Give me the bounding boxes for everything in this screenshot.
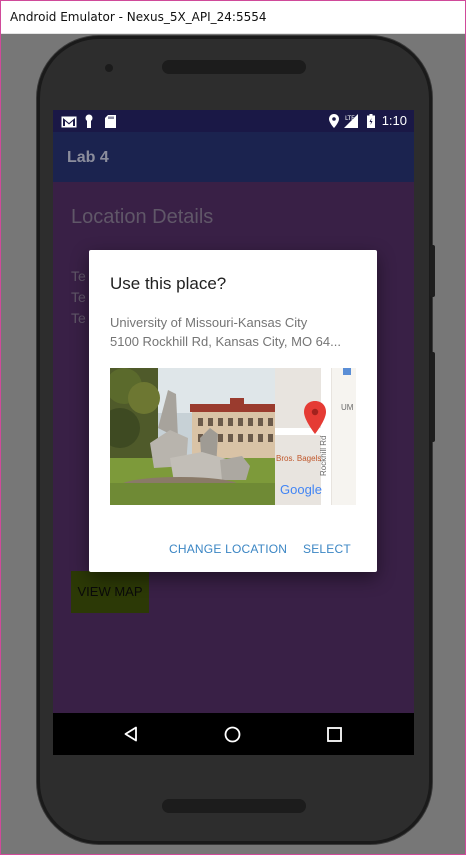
power-button[interactable] — [430, 352, 435, 442]
dialog-title: Use this place? — [110, 274, 227, 293]
back-icon[interactable] — [123, 726, 139, 747]
place-address: 5100 Rockhill Rd, Kansas City, MO 64... — [110, 334, 341, 349]
gmail-icon — [61, 115, 77, 133]
map-place-label: Bros. Bagels — [276, 454, 321, 463]
status-bar: LTE 1:10 — [53, 110, 414, 132]
map-edge-label: UM — [341, 403, 354, 412]
place-photo — [110, 368, 275, 505]
recents-icon[interactable] — [327, 727, 342, 747]
place-map: Rockhill Rd Bros. Bagels UM Google — [275, 368, 356, 505]
google-logo: Google — [280, 482, 322, 497]
network-type-label: LTE — [345, 115, 355, 122]
notification-icon — [84, 114, 94, 133]
battery-icon — [367, 114, 375, 133]
change-location-button[interactable]: CHANGE LOCATION — [169, 542, 287, 556]
signal-icon: LTE — [344, 114, 360, 133]
place-preview: Rockhill Rd Bros. Bagels UM Google — [110, 368, 356, 505]
status-time: 1:10 — [381, 113, 407, 128]
speaker-grille-top — [162, 60, 306, 74]
window-title: Android Emulator - Nexus_5X_API_24:5554 — [10, 10, 267, 24]
place-photo-and-map: Rockhill Rd Bros. Bagels UM Google — [110, 368, 356, 505]
location-icon — [329, 114, 339, 133]
emulator-title-bar[interactable]: Android Emulator - Nexus_5X_API_24:5554 — [1, 1, 465, 34]
use-this-place-dialog: Use this place? University of Missouri-K… — [89, 250, 377, 572]
volume-button[interactable] — [430, 245, 435, 297]
navigation-bar — [53, 713, 414, 755]
place-name: University of Missouri-Kansas City — [110, 315, 308, 330]
speaker-grille-bottom — [162, 799, 306, 813]
front-camera — [105, 64, 113, 72]
sd-card-icon — [105, 115, 116, 133]
home-icon[interactable] — [224, 726, 241, 748]
select-button[interactable]: SELECT — [303, 542, 351, 556]
